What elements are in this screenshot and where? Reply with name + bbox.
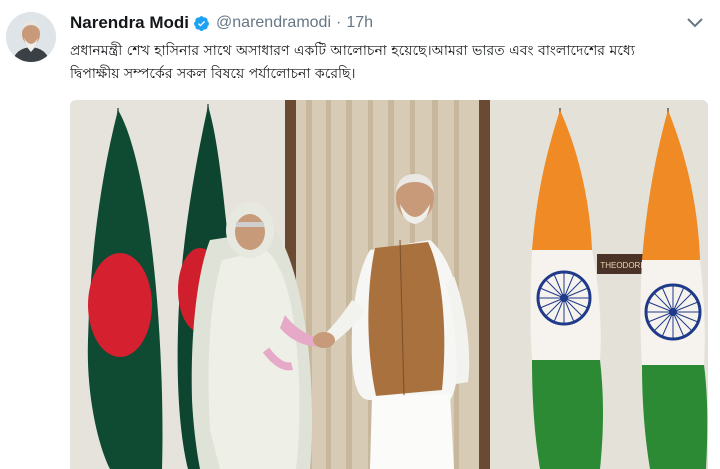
verified-badge-icon — [193, 15, 210, 32]
photo-image: THEODORE — [70, 100, 708, 469]
tweet-text-line-1: প্রধানমন্ত্রী শেখ হাসিনার সাথে অসাধারণ এ… — [70, 43, 635, 59]
tweet-card: Narendra Modi @narendramodi · 17h প্রধান… — [0, 0, 720, 469]
separator-dot: · — [336, 14, 342, 31]
author-handle[interactable]: @narendramodi — [216, 14, 331, 32]
photo-sign-text: THEODORE — [600, 261, 645, 270]
author-name[interactable]: Narendra Modi — [70, 13, 189, 33]
tweet-text-line-2: দ্বিপাক্ষীয় সম্পর্কের সকল বিষয়ে পর্যাল… — [70, 66, 356, 82]
avatar[interactable] — [6, 12, 56, 62]
chevron-down-icon[interactable] — [686, 16, 704, 30]
tweet-photo[interactable]: THEODORE — [70, 100, 708, 469]
tweet-header: Narendra Modi @narendramodi · 17h — [70, 12, 373, 34]
avatar-image — [6, 12, 56, 62]
tweet-timestamp[interactable]: 17h — [346, 14, 373, 32]
tweet-text: প্রধানমন্ত্রী শেখ হাসিনার সাথে অসাধারণ এ… — [70, 40, 710, 86]
